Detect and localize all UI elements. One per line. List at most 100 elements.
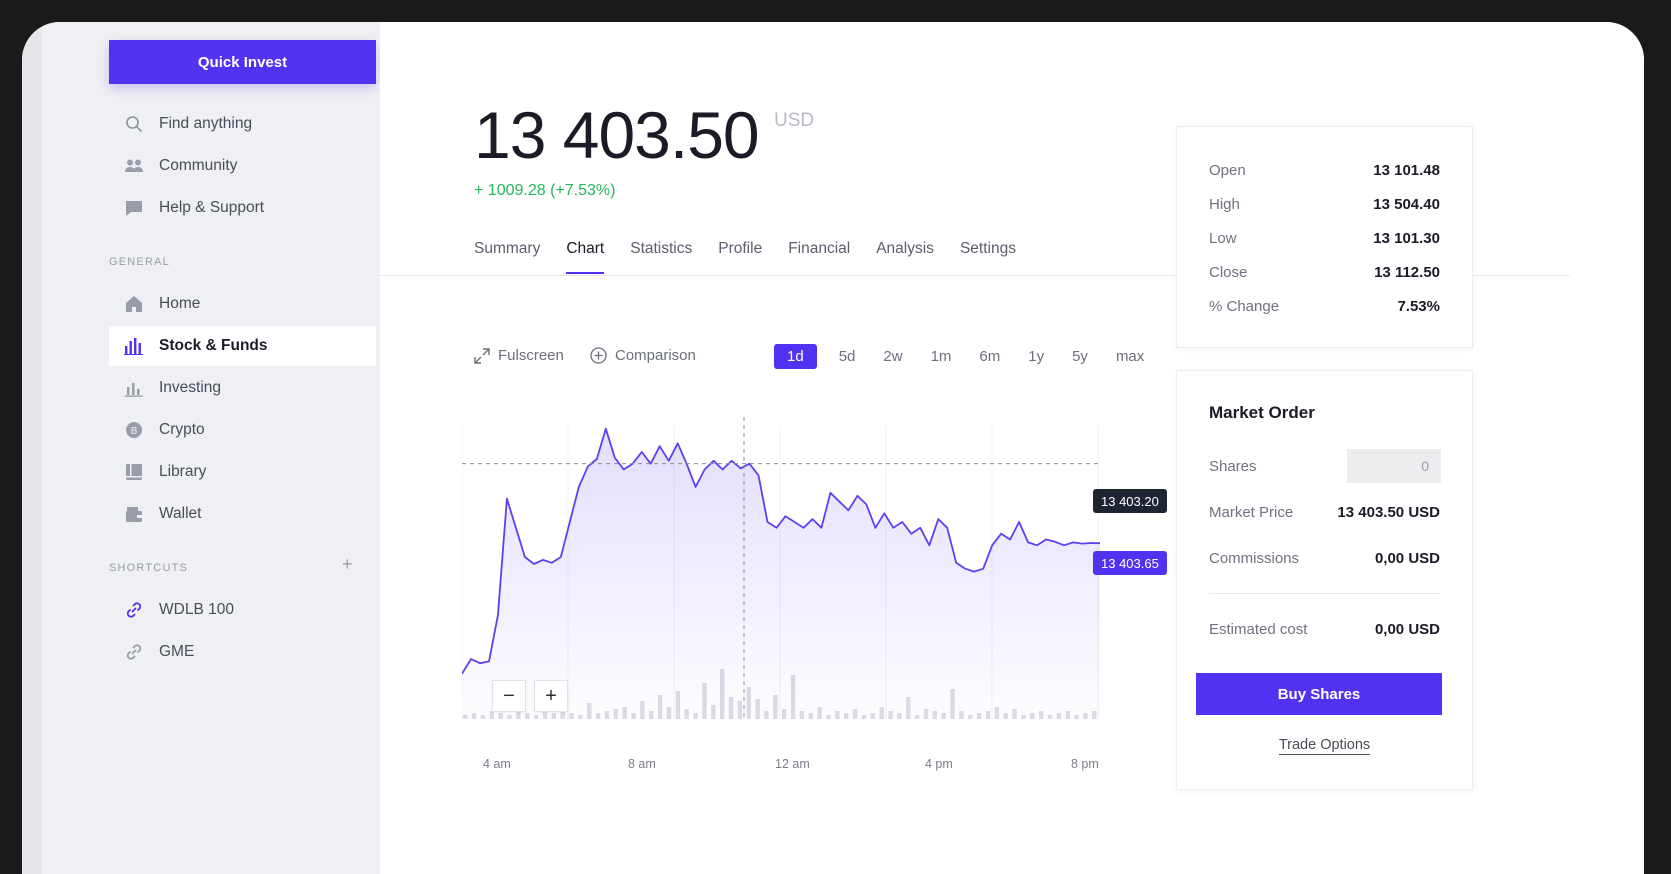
book-icon: [124, 462, 144, 482]
nav-label: Crypto: [159, 421, 205, 438]
plus-circle-icon: [590, 347, 607, 364]
tab-financial[interactable]: Financial: [788, 240, 850, 274]
estimated-cost-label: Estimated cost: [1209, 621, 1308, 638]
shortcut-wdlb-100[interactable]: WDLB 100: [109, 590, 376, 630]
x-axis-label: 8 am: [628, 757, 656, 771]
last-price-tag: 13 403.65: [1093, 551, 1167, 575]
add-shortcut-icon[interactable]: +: [342, 554, 353, 575]
nav-label: Library: [159, 463, 207, 480]
general-section-label: GENERAL: [109, 256, 170, 268]
link-icon: [124, 600, 144, 620]
nav-home[interactable]: Home: [109, 284, 376, 324]
nav-community[interactable]: Community: [109, 146, 376, 186]
range-2w[interactable]: 2w: [877, 344, 908, 369]
stat-value: 13 112.50: [1374, 264, 1440, 281]
zoom-in-button[interactable]: +: [534, 680, 568, 712]
range-1y[interactable]: 1y: [1022, 344, 1050, 369]
coin-icon: B: [124, 420, 144, 440]
main-content: 13 403.50 USD + 1009.28 (+7.53%) Summary…: [380, 22, 1644, 874]
tab-chart[interactable]: Chart: [566, 240, 605, 274]
window-edge: [22, 22, 42, 874]
market-order-card: Market Order Shares Market Price 13 403.…: [1176, 370, 1473, 790]
nav-investing[interactable]: Investing: [109, 368, 376, 408]
shortcut-label: WDLB 100: [159, 601, 234, 618]
trade-options-label: Trade Options: [1278, 737, 1371, 755]
shortcut-gme[interactable]: GME: [109, 632, 376, 672]
tab-statistics[interactable]: Statistics: [630, 240, 692, 274]
commissions-row: Commissions 0,00 USD: [1209, 550, 1440, 567]
zoom-out-button[interactable]: −: [492, 680, 526, 712]
stat-label: Close: [1209, 264, 1248, 281]
nav-crypto[interactable]: B Crypto: [109, 410, 376, 450]
tab-settings[interactable]: Settings: [960, 240, 1016, 274]
market-price-value: 13 403.50 USD: [1337, 504, 1440, 521]
market-price-label: Market Price: [1209, 504, 1294, 521]
quick-invest-button[interactable]: Quick Invest: [109, 40, 376, 84]
detail-tabs: Summary Chart Statistics Profile Financi…: [474, 240, 1042, 274]
nav-label: Stock & Funds: [159, 337, 268, 354]
nav-label: Community: [159, 157, 238, 174]
x-axis-label: 8 pm: [1071, 757, 1099, 771]
wallet-icon: [124, 504, 144, 524]
market-order-title: Market Order: [1209, 403, 1315, 422]
x-axis-label: 12 am: [775, 757, 810, 771]
range-6m[interactable]: 6m: [973, 344, 1006, 369]
nav-wallet[interactable]: Wallet: [109, 494, 376, 534]
stat-value: 7.53%: [1397, 298, 1440, 315]
commissions-value: 0,00 USD: [1374, 550, 1440, 567]
stat-label: Low: [1209, 230, 1237, 247]
crosshair-price-tag: 13 403.20: [1093, 489, 1167, 513]
stat-label: % Change: [1209, 298, 1280, 315]
nav-library[interactable]: Library: [109, 452, 376, 492]
stat-percent-change: % Change 7.53%: [1209, 298, 1440, 315]
shares-input[interactable]: [1347, 449, 1441, 483]
range-max[interactable]: max: [1110, 344, 1150, 369]
shares-label: Shares: [1209, 458, 1257, 475]
home-icon: [124, 294, 144, 314]
tab-summary[interactable]: Summary: [474, 240, 540, 274]
stat-label: High: [1209, 196, 1240, 213]
fullscreen-label: Fulscreen: [498, 347, 564, 364]
tab-analysis[interactable]: Analysis: [876, 240, 934, 274]
trade-options-link[interactable]: Trade Options: [1177, 737, 1472, 755]
buy-shares-button[interactable]: Buy Shares: [1196, 673, 1442, 715]
shortcut-label: GME: [159, 643, 195, 660]
estimated-cost-value: 0,00 USD: [1374, 621, 1440, 638]
stat-close: Close 13 112.50: [1209, 264, 1440, 281]
nav-label: Help & Support: [159, 199, 265, 216]
market-price-row: Market Price 13 403.50 USD: [1209, 504, 1440, 521]
investing-icon: [124, 378, 144, 398]
x-axis-label: 4 pm: [925, 757, 953, 771]
users-icon: [124, 156, 144, 176]
nav-label: Investing: [159, 379, 222, 396]
order-divider: [1209, 593, 1440, 594]
range-5d[interactable]: 5d: [833, 344, 862, 369]
nav-help-support[interactable]: Help & Support: [109, 188, 376, 228]
chat-icon: [124, 198, 144, 218]
fullscreen-button[interactable]: Fulscreen: [474, 347, 564, 364]
price-area: [462, 428, 1100, 719]
stat-value: 13 101.30: [1373, 230, 1440, 247]
sidebar: Quick Invest Find anything Community Hel…: [42, 22, 380, 874]
range-1d[interactable]: 1d: [774, 344, 817, 369]
estimated-cost-row: Estimated cost 0,00 USD: [1209, 621, 1440, 638]
comparison-button[interactable]: Comparison: [590, 347, 696, 364]
range-1m[interactable]: 1m: [925, 344, 958, 369]
price-change: + 1009.28 (+7.53%): [474, 182, 616, 199]
nav-stock-funds[interactable]: Stock & Funds: [109, 326, 376, 366]
price-currency: USD: [774, 110, 815, 131]
x-axis-label: 4 am: [483, 757, 511, 771]
bar-chart-icon: [124, 336, 144, 356]
stat-high: High 13 504.40: [1209, 196, 1440, 213]
tab-profile[interactable]: Profile: [718, 240, 762, 274]
comparison-label: Comparison: [615, 347, 696, 364]
shortcuts-section-label: SHORTCUTS: [109, 562, 189, 574]
time-range-selector: 1d 5d 2w 1m 6m 1y 5y max: [774, 344, 1166, 369]
nav-label: Find anything: [159, 115, 253, 132]
stat-label: Open: [1209, 162, 1246, 179]
search-icon: [124, 114, 144, 134]
range-5y[interactable]: 5y: [1066, 344, 1094, 369]
nav-find-anything[interactable]: Find anything: [109, 104, 376, 144]
stat-value: 13 504.40: [1373, 196, 1440, 213]
current-price: 13 403.50: [474, 98, 760, 172]
